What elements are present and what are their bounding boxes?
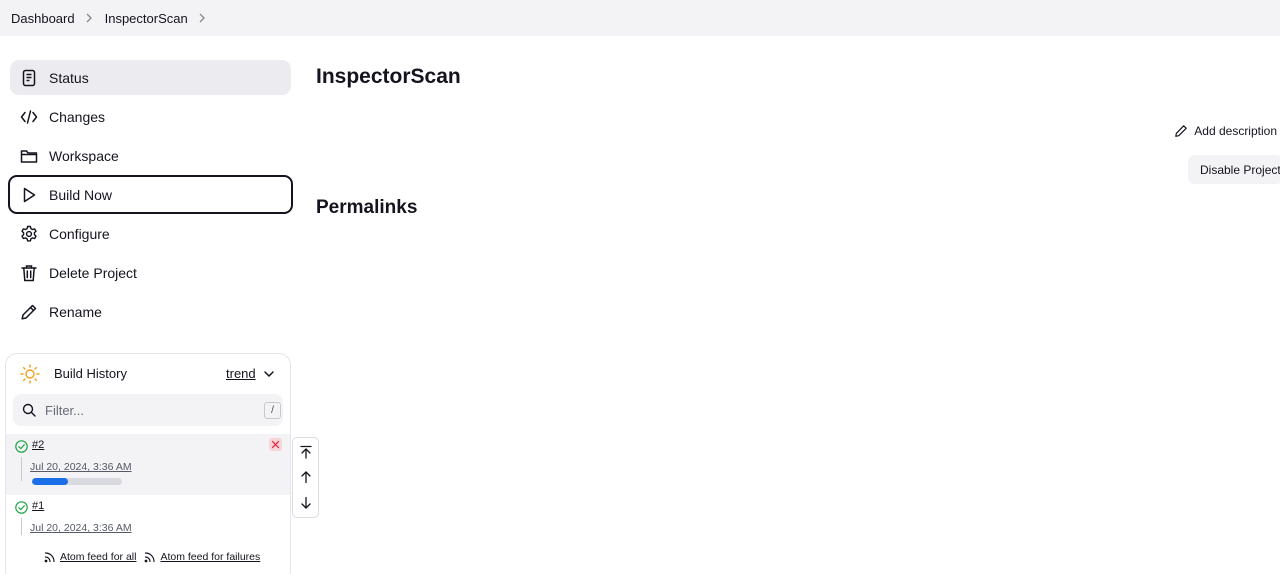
atom-feed-failures-link[interactable]: Atom feed for failures xyxy=(144,551,260,563)
history-scroll-controls xyxy=(292,437,319,518)
sidebar-item-rename[interactable]: Rename xyxy=(10,294,291,329)
sidebar-item-label: Configure xyxy=(49,225,110,242)
build-row[interactable]: #2 Jul 20, 2024, 3:36 AM xyxy=(6,434,290,495)
code-icon xyxy=(20,108,38,126)
success-check-icon xyxy=(15,501,28,514)
build-history-header: Build History trend xyxy=(6,354,290,394)
success-check-icon xyxy=(15,440,28,453)
atom-feed-all-label: Atom feed for all xyxy=(60,551,137,563)
search-icon xyxy=(22,403,36,417)
build-number-link[interactable]: #2 xyxy=(32,439,44,451)
atom-feed-failures-label: Atom feed for failures xyxy=(160,551,261,563)
cancel-build-button[interactable] xyxy=(269,438,282,451)
pencil-icon xyxy=(20,303,38,321)
feed-links: Atom feed for all Atom feed for failures xyxy=(44,551,260,563)
sidebar-item-build-now[interactable]: Build Now xyxy=(8,175,293,214)
sidebar-item-changes[interactable]: Changes xyxy=(10,99,291,134)
arrow-up-icon[interactable] xyxy=(299,470,313,484)
permalinks-heading: Permalinks xyxy=(316,197,418,218)
sidebar-item-label: Rename xyxy=(49,303,102,320)
sidebar-item-status[interactable]: Status xyxy=(10,60,291,95)
build-history-panel: Build History trend / #2 Jul 20, 2024, 3… xyxy=(5,353,291,574)
build-number-link[interactable]: #1 xyxy=(32,500,44,512)
build-row[interactable]: #1 Jul 20, 2024, 3:36 AM xyxy=(6,495,290,550)
add-description-button[interactable]: Add description xyxy=(1174,124,1277,138)
build-history-title: Build History xyxy=(54,366,127,381)
sidebar-item-configure[interactable]: Configure xyxy=(10,216,291,251)
rss-icon xyxy=(44,552,55,563)
rss-icon xyxy=(145,552,156,563)
build-filter: / xyxy=(13,394,283,426)
arrow-down-icon[interactable] xyxy=(299,496,313,510)
play-icon xyxy=(20,186,38,204)
sun-icon xyxy=(20,364,40,384)
build-date-link[interactable]: Jul 20, 2024, 3:36 AM xyxy=(30,522,132,534)
sidebar-item-label: Delete Project xyxy=(49,264,137,281)
build-date-link[interactable]: Jul 20, 2024, 3:36 AM xyxy=(30,461,132,473)
page-title: InspectorScan xyxy=(316,65,461,88)
trend-link[interactable]: trend xyxy=(226,366,256,381)
sidebar-item-label: Build Now xyxy=(49,186,113,203)
build-progress-fill xyxy=(32,478,68,485)
breadcrumb-inspectorscan[interactable]: InspectorScan xyxy=(105,11,188,26)
sidebar-item-workspace[interactable]: Workspace xyxy=(10,138,291,173)
filter-input[interactable] xyxy=(45,400,245,420)
document-icon xyxy=(20,69,38,87)
close-icon xyxy=(271,440,280,449)
sidebar-item-delete-project[interactable]: Delete Project xyxy=(10,255,291,290)
breadcrumb: Dashboard InspectorScan xyxy=(0,0,1280,36)
chevron-down-icon[interactable] xyxy=(263,368,275,380)
sidebar-item-label: Workspace xyxy=(49,147,119,164)
scroll-to-top-icon[interactable] xyxy=(299,445,313,459)
pencil-icon xyxy=(1175,125,1188,137)
atom-feed-all-link[interactable]: Atom feed for all xyxy=(44,551,136,563)
breadcrumb-dashboard[interactable]: Dashboard xyxy=(11,11,75,26)
sidebar-item-label: Status xyxy=(49,69,89,86)
shortcut-hint: / xyxy=(264,402,281,419)
chevron-right-icon[interactable] xyxy=(190,12,214,24)
chevron-right-icon xyxy=(77,12,101,24)
sidebar-item-label: Changes xyxy=(49,108,106,125)
add-description-label: Add description xyxy=(1194,124,1277,138)
build-progress-bar xyxy=(32,478,122,485)
timeline-divider xyxy=(21,518,22,535)
gear-icon xyxy=(20,225,38,243)
disable-project-button[interactable]: Disable Project xyxy=(1188,155,1280,184)
timeline-divider xyxy=(21,457,22,481)
folder-icon xyxy=(20,147,38,165)
trash-icon xyxy=(20,264,38,282)
